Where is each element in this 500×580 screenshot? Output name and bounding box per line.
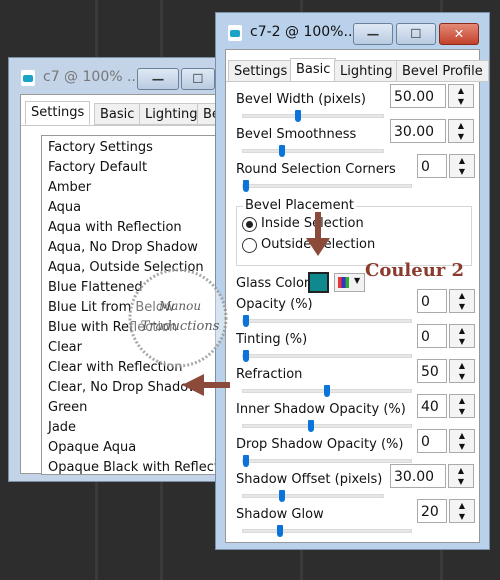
watermark-stamp: Manou Traductions (128, 268, 228, 368)
watermark-line2: Traductions (141, 319, 220, 334)
annotation-layer: Manou Traductions Couleur 2 (128, 212, 464, 396)
arrow-left-icon (182, 374, 230, 396)
arrow-down-icon (306, 212, 330, 256)
couleur-2-annotation: Couleur 2 (365, 260, 464, 281)
watermark-line1: Manou (158, 299, 201, 313)
